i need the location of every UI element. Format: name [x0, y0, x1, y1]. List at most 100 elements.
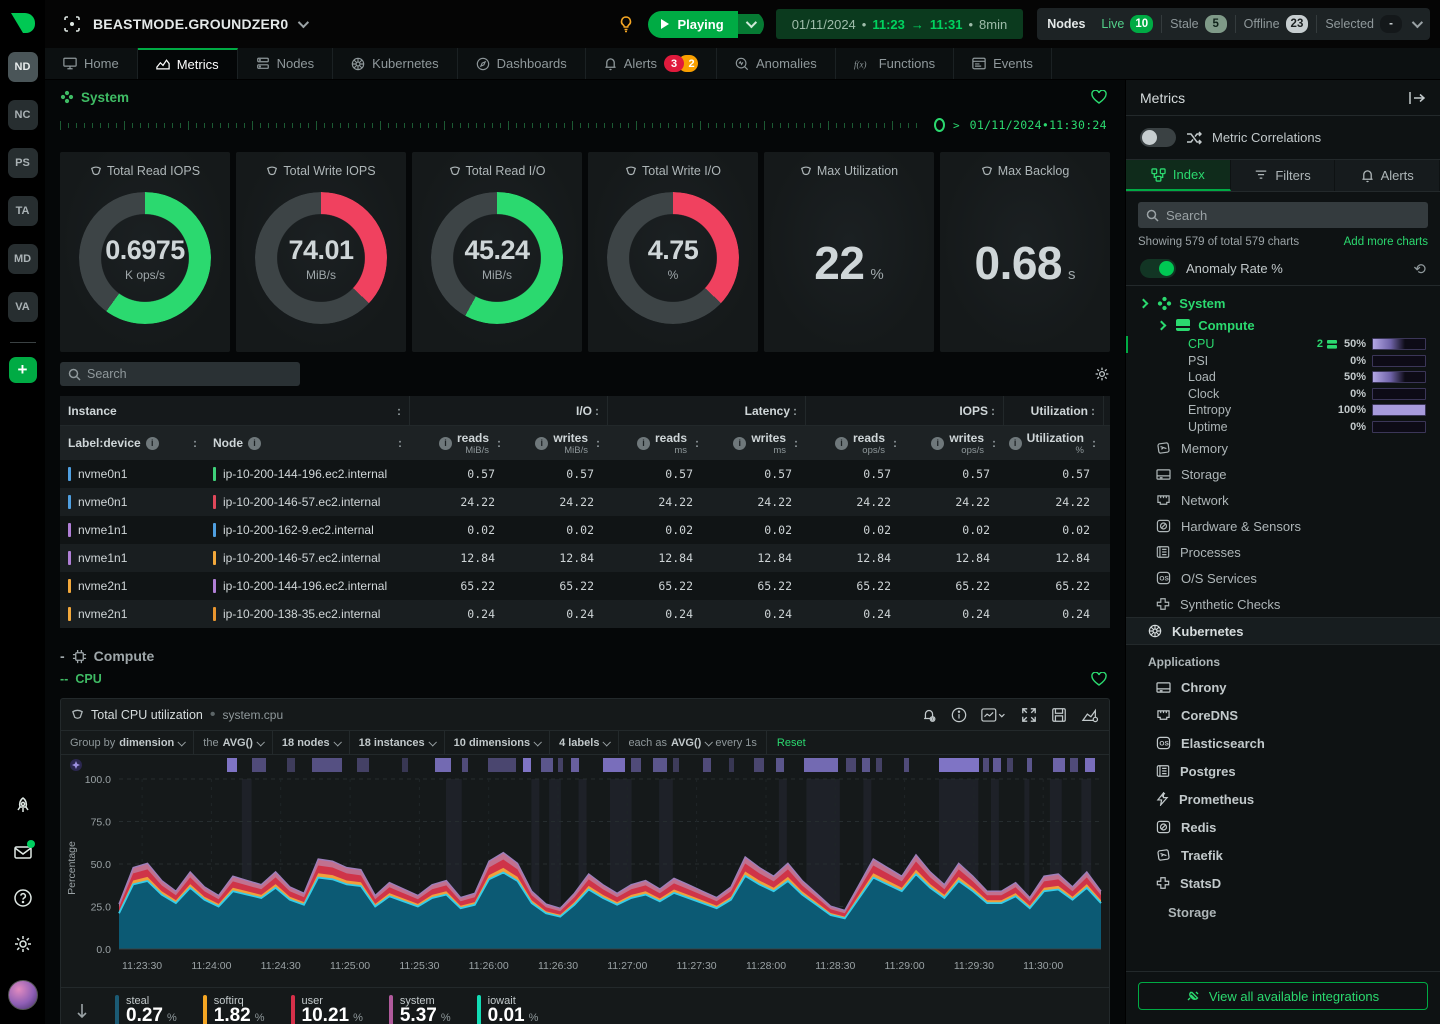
toolbar-item-2[interactable]: 18 nodes	[273, 731, 350, 754]
user-avatar[interactable]	[8, 980, 38, 1010]
sidebar-tab-index[interactable]: Index	[1126, 160, 1231, 191]
feedback-mail-icon[interactable]	[13, 842, 33, 862]
legend-item-softirq[interactable]: softirq1.82%	[203, 995, 265, 1024]
sidebar-collapse-icon[interactable]	[1408, 91, 1426, 105]
tree-section-processes[interactable]: Processes	[1126, 539, 1440, 565]
space-button-nc[interactable]: NC	[8, 100, 38, 130]
column-header-5[interactable]: iwritesms:	[707, 426, 806, 460]
help-icon[interactable]	[13, 888, 33, 908]
sort-control[interactable]: :	[992, 436, 996, 450]
sidebar-tab-filters[interactable]: Filters	[1231, 160, 1336, 191]
sort-control[interactable]: :	[398, 436, 402, 450]
sort-control[interactable]: :	[991, 404, 995, 418]
gauge-card-total-write-i-o[interactable]: Total Write I/O4.75%	[588, 152, 758, 352]
news-bulb-icon[interactable]	[616, 14, 636, 34]
sort-control[interactable]: :	[595, 404, 599, 418]
nodes-chevron-down-icon[interactable]	[1412, 17, 1423, 28]
table-row[interactable]: nvme1n1ip-10-200-162-9.ec2.internal0.020…	[60, 516, 1110, 544]
sidebar-search-input[interactable]: Search	[1138, 202, 1428, 228]
tree-section-o-s-services[interactable]: OSO/S Services	[1126, 565, 1440, 591]
space-chevron-down-icon[interactable]	[298, 17, 309, 28]
reset-button[interactable]: Reset	[767, 737, 816, 749]
node-state-offline[interactable]: Offline23	[1235, 15, 1309, 33]
table-search-input[interactable]: Search	[60, 362, 300, 386]
app-row-statsd[interactable]: StatsD	[1126, 869, 1440, 897]
tree-section-memory[interactable]: Memory	[1126, 435, 1440, 461]
refresh-icon[interactable]: ⟲	[1413, 260, 1426, 278]
table-row[interactable]: nvme1n1ip-10-200-146-57.ec2.internal12.8…	[60, 544, 1110, 572]
info-icon[interactable]	[951, 707, 967, 723]
toolbar-item-3[interactable]: 18 instances	[350, 731, 445, 754]
info-icon[interactable]: i	[439, 437, 452, 450]
sort-control[interactable]: :	[397, 404, 401, 418]
sidebar-tab-alerts[interactable]: Alerts	[1335, 160, 1440, 191]
tab-nodes[interactable]: Nodes	[238, 48, 334, 79]
sort-control[interactable]: :	[497, 436, 501, 450]
legend-item-iowait[interactable]: iowait0.01%	[477, 995, 539, 1024]
table-settings-gear-icon[interactable]	[1094, 366, 1110, 382]
tab-anomalies[interactable]: Anomalies	[717, 48, 836, 79]
info-icon[interactable]: i	[146, 437, 159, 450]
toolbar-item-5[interactable]: 4 labels	[550, 731, 619, 754]
tab-alerts[interactable]: Alerts32	[586, 48, 717, 79]
tree-group-system[interactable]: System	[1126, 292, 1440, 314]
node-state-selected[interactable]: Selected-	[1316, 15, 1402, 33]
toolbar-item-0[interactable]: Group bydimension	[61, 731, 194, 754]
tab-functions[interactable]: f(x)Functions	[836, 48, 954, 79]
metric-row-cpu[interactable]: CPU250%	[1126, 336, 1440, 353]
node-state-live[interactable]: Live10	[1093, 15, 1153, 33]
app-row-redis[interactable]: Redis	[1126, 813, 1440, 841]
space-name[interactable]: BEASTMODE.GROUNDZER0	[93, 16, 288, 32]
sort-control[interactable]: :	[193, 436, 197, 450]
save-image-icon[interactable]	[1051, 707, 1067, 723]
legend-item-user[interactable]: user10.21%	[291, 995, 363, 1024]
column-header-8[interactable]: iUtilization%:	[1004, 426, 1104, 460]
space-button-va[interactable]: VA	[8, 292, 38, 322]
metric-correlations-toggle[interactable]	[1140, 128, 1176, 147]
tree-section-kubernetes[interactable]: Kubernetes	[1126, 617, 1440, 645]
column-header-4[interactable]: ireadsms:	[608, 426, 707, 460]
anomaly-ribbon-icon[interactable]	[69, 758, 83, 772]
info-icon[interactable]: i	[248, 437, 261, 450]
metric-row-psi[interactable]: PSI0%	[1126, 353, 1440, 370]
gauge-card-max-backlog[interactable]: Max Backlog0.68s	[940, 152, 1110, 352]
sort-control[interactable]: :	[596, 436, 600, 450]
settings-gear-icon[interactable]	[13, 934, 33, 954]
system-heart-icon[interactable]	[1091, 90, 1107, 104]
column-header-6[interactable]: ireadsops/s:	[806, 426, 905, 460]
info-icon[interactable]: i	[931, 437, 944, 450]
space-button-md[interactable]: MD	[8, 244, 38, 274]
column-header-0[interactable]: Label:devicei:	[60, 426, 205, 460]
fullscreen-icon[interactable]	[1021, 707, 1037, 723]
column-header-1[interactable]: Nodei:	[205, 426, 410, 460]
tree-section-hardware-sensors[interactable]: Hardware & Sensors	[1126, 513, 1440, 539]
tree-section-storage[interactable]: Storage	[1126, 461, 1440, 487]
playback-control[interactable]: Playing	[648, 11, 763, 38]
gauge-card-total-read-iops[interactable]: Total Read IOPS0.6975K ops/s	[60, 152, 230, 352]
tab-kubernetes[interactable]: Kubernetes	[333, 48, 458, 79]
app-row-traefik[interactable]: Traefik	[1126, 841, 1440, 869]
rocket-icon[interactable]	[13, 796, 33, 816]
tree-section-network[interactable]: Network	[1126, 487, 1440, 513]
anomaly-rate-toggle[interactable]	[1140, 259, 1176, 278]
info-icon[interactable]: i	[535, 437, 548, 450]
metric-row-uptime[interactable]: Uptime0%	[1126, 419, 1440, 436]
info-icon[interactable]: i	[637, 437, 650, 450]
timeline-marker[interactable]	[934, 118, 945, 132]
space-button-ta[interactable]: TA	[8, 196, 38, 226]
time-range-picker[interactable]: 01/11/2024 • 11:23 → 11:31 • 8min	[776, 9, 1024, 39]
space-button-ps[interactable]: PS	[8, 148, 38, 178]
tree-group-compute[interactable]: Compute	[1126, 314, 1440, 336]
tab-home[interactable]: Home	[45, 48, 138, 79]
sort-control[interactable]: :	[695, 436, 699, 450]
chart-kind-icon[interactable]	[1081, 707, 1099, 723]
info-icon[interactable]: i	[835, 437, 848, 450]
alert-settings-icon[interactable]	[921, 707, 937, 723]
table-row[interactable]: nvme0n1ip-10-200-144-196.ec2.internal0.5…	[60, 460, 1110, 488]
legend-sort-arrow-icon[interactable]	[75, 1003, 89, 1019]
toolbar-item-1[interactable]: theAVG()	[194, 731, 273, 754]
column-header-3[interactable]: iwritesMiB/s:	[509, 426, 608, 460]
gauge-card-max-utilization[interactable]: Max Utilization22%	[764, 152, 934, 352]
app-row-elasticsearch[interactable]: OSElasticsearch	[1126, 729, 1440, 757]
table-row[interactable]: nvme0n1ip-10-200-146-57.ec2.internal24.2…	[60, 488, 1110, 516]
